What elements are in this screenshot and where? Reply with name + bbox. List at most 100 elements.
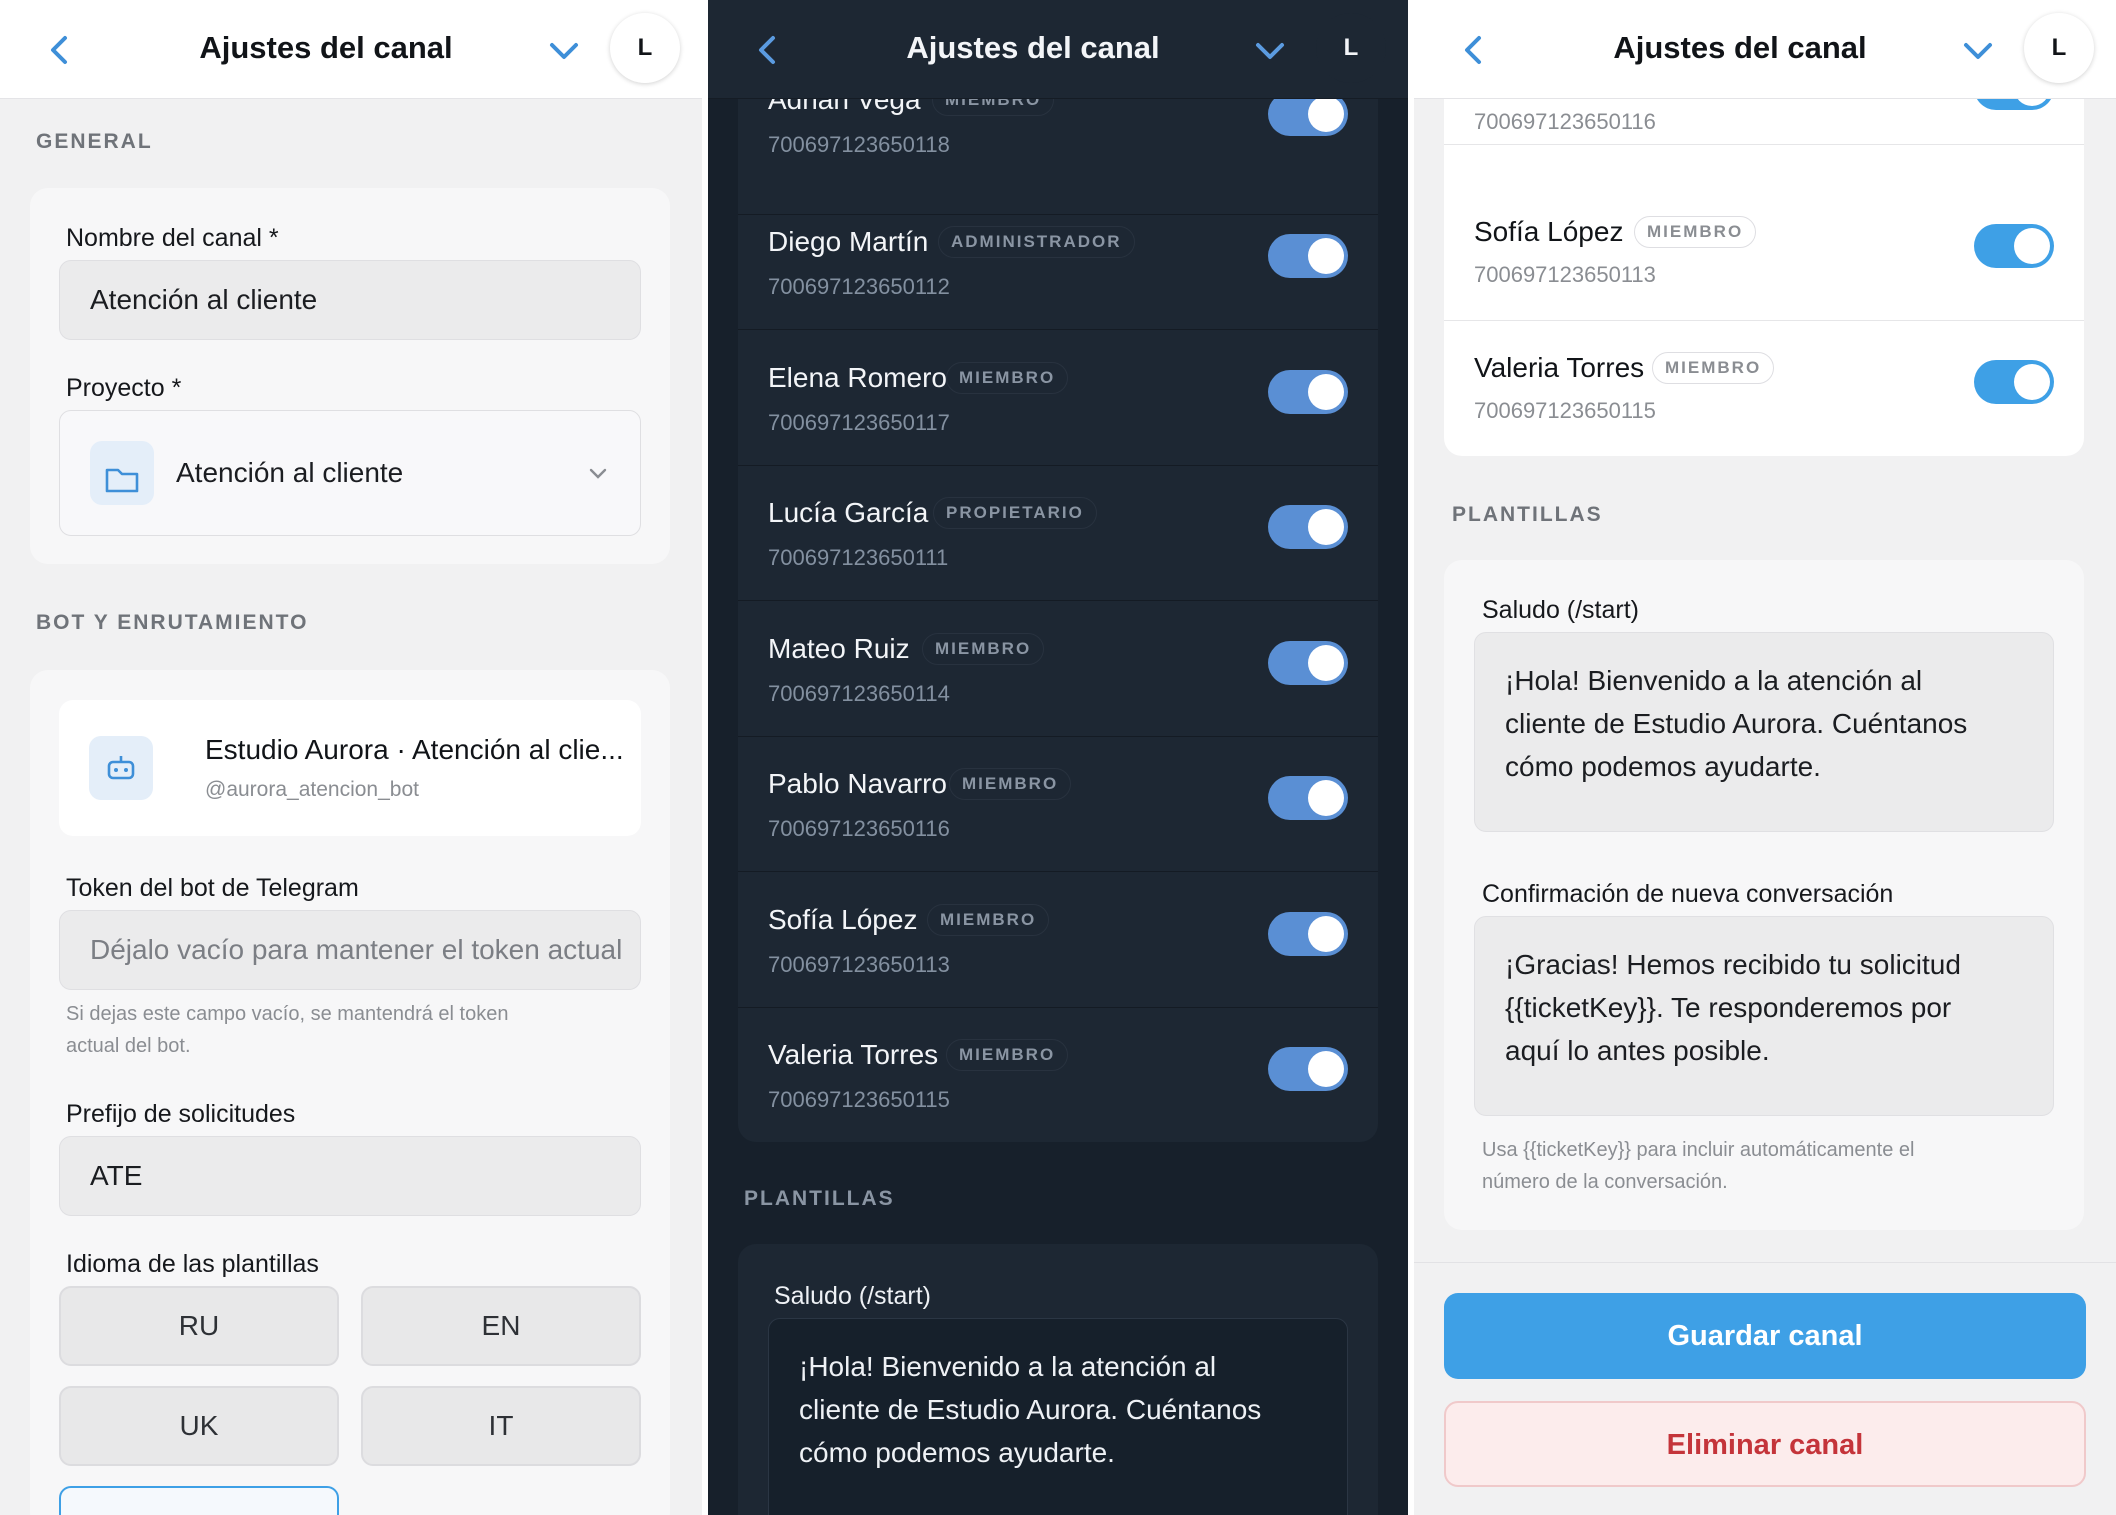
members-card: Pablo Navarro MIEMBRO 700697123650116 So… xyxy=(1444,40,2084,456)
settings-panel-general: Ajustes del canal L GENERAL Nombre del c… xyxy=(0,0,702,1515)
member-role-badge: ADMINISTRADOR xyxy=(938,226,1135,258)
back-chevron-icon[interactable] xyxy=(40,30,80,70)
member-role-badge: MIEMBRO xyxy=(946,1039,1069,1071)
prefix-input[interactable]: ATE xyxy=(59,1136,641,1216)
member-row: Mateo Ruiz MIEMBRO 700697123650114 xyxy=(738,602,1378,737)
member-name: Pablo Navarro xyxy=(768,768,947,799)
language-option-ru[interactable]: RU xyxy=(59,1286,339,1366)
member-name: Elena Romero xyxy=(768,362,947,393)
members-card: Adrián Vega MIEMBRO 700697123650118 Dieg… xyxy=(738,40,1378,1142)
chevron-down-icon xyxy=(589,468,607,479)
member-id: 700697123650115 xyxy=(1474,398,1656,423)
member-id: 700697123650115 xyxy=(768,1087,950,1112)
settings-panel-templates: Pablo Navarro MIEMBRO 700697123650116 So… xyxy=(1414,0,2116,1515)
confirm-label: Confirmación de nueva conversación xyxy=(1482,880,1894,908)
member-toggle[interactable] xyxy=(1268,1047,1348,1091)
member-row: Diego Martín ADMINISTRADOR 7006971236501… xyxy=(738,195,1378,330)
member-name: Valeria Torres xyxy=(1474,352,1645,383)
member-name: Lucía García xyxy=(768,497,929,528)
token-input[interactable]: Déjalo vacío para mantener el token actu… xyxy=(59,910,641,990)
page-title: Ajustes del canal xyxy=(906,30,1160,65)
member-toggle[interactable] xyxy=(1268,370,1348,414)
section-label-templates: PLANTILLAS xyxy=(1452,503,1603,526)
avatar[interactable]: L xyxy=(1316,13,1386,83)
member-role-badge: MIEMBRO xyxy=(949,768,1072,800)
avatar[interactable]: L xyxy=(610,13,680,83)
bot-robot-icon xyxy=(89,736,153,800)
project-select[interactable]: Atención al cliente xyxy=(59,410,641,536)
project-label: Proyecto * xyxy=(66,374,182,402)
templates-card: Saludo (/start) ¡Hola! Bienvenido a la a… xyxy=(738,1244,1378,1515)
save-button[interactable]: Guardar canal xyxy=(1444,1293,2086,1379)
header-bar: Ajustes del canal L xyxy=(708,0,1408,99)
member-name: Sofía López xyxy=(768,904,918,935)
member-id: 700697123650113 xyxy=(1474,262,1656,287)
avatar[interactable]: L xyxy=(2024,13,2094,83)
member-row: Valeria Torres MIEMBRO 700697123650115 xyxy=(738,1008,1378,1142)
member-role-badge: MIEMBRO xyxy=(946,362,1069,394)
delete-button[interactable]: Eliminar canal xyxy=(1444,1401,2086,1487)
settings-panel-members-dark: Adrián Vega MIEMBRO 700697123650118 Dieg… xyxy=(708,0,1408,1515)
language-option-en[interactable]: EN xyxy=(361,1286,641,1366)
member-row: Lucía García PROPIETARIO 700697123650111 xyxy=(738,466,1378,601)
templates-card: Saludo (/start) ¡Hola! Bienvenido a la a… xyxy=(1444,560,2084,1230)
greeting-label: Saludo (/start) xyxy=(1482,596,1640,624)
header-bar: Ajustes del canal L xyxy=(0,0,702,99)
language-option-it[interactable]: IT xyxy=(361,1386,641,1466)
member-toggle[interactable] xyxy=(1268,234,1348,278)
header-bar: Ajustes del canal L xyxy=(1414,0,2116,99)
greeting-textarea[interactable]: ¡Hola! Bienvenido a la atención al client… xyxy=(1474,632,2054,832)
member-row: Valeria Torres MIEMBRO 700697123650115 xyxy=(1444,320,2084,454)
member-row: Sofía López MIEMBRO 700697123650113 xyxy=(738,873,1378,1008)
member-row: Sofía López MIEMBRO 700697123650113 xyxy=(1444,186,2084,321)
language-option-selected[interactable] xyxy=(59,1486,339,1515)
member-id: 700697123650114 xyxy=(768,681,950,706)
member-row: Elena Romero MIEMBRO 700697123650117 xyxy=(738,331,1378,466)
member-role-badge: MIEMBRO xyxy=(922,633,1045,665)
greeting-label: Saludo (/start) xyxy=(774,1282,932,1310)
member-id: 700697123650116 xyxy=(768,816,950,841)
back-chevron-icon[interactable] xyxy=(1454,30,1494,70)
language-label: Idioma de las plantillas xyxy=(66,1250,319,1278)
section-label-general: GENERAL xyxy=(36,130,153,153)
greeting-textarea[interactable]: ¡Hola! Bienvenido a la atención al client… xyxy=(768,1318,1348,1515)
token-label: Token del bot de Telegram xyxy=(66,874,359,902)
member-name: Sofía López xyxy=(1474,216,1624,247)
member-id: 700697123650111 xyxy=(768,545,949,570)
confirm-textarea[interactable]: ¡Gracias! Hemos recibido tu solicitud {{t… xyxy=(1474,916,2054,1116)
member-id: 700697123650117 xyxy=(768,410,950,435)
bot-info-card: Estudio Aurora · Atención al clie... @au… xyxy=(59,700,641,836)
chevron-down-icon[interactable] xyxy=(1250,30,1290,70)
member-toggle[interactable] xyxy=(1974,360,2054,404)
member-id: 700697123650116 xyxy=(1474,109,1656,134)
member-toggle[interactable] xyxy=(1268,912,1348,956)
member-row: Pablo Navarro MIEMBRO 700697123650116 xyxy=(738,737,1378,872)
member-name: Valeria Torres xyxy=(768,1039,939,1070)
page-title: Ajustes del canal xyxy=(199,30,453,65)
member-role-badge: MIEMBRO xyxy=(927,904,1050,936)
folder-icon xyxy=(90,441,154,505)
member-id: 700697123650112 xyxy=(768,274,950,299)
member-toggle[interactable] xyxy=(1268,776,1348,820)
section-label-bot: BOT Y ENRUTAMIENTO xyxy=(36,611,309,634)
chevron-down-icon[interactable] xyxy=(544,30,584,70)
section-label-templates: PLANTILLAS xyxy=(744,1187,895,1210)
member-toggle[interactable] xyxy=(1268,505,1348,549)
channel-name-input[interactable]: Atención al cliente xyxy=(59,260,641,340)
member-name: Mateo Ruiz xyxy=(768,633,910,664)
prefix-label: Prefijo de solicitudes xyxy=(66,1100,296,1128)
template-hint: Usa {{ticketKey}} para incluir automátic… xyxy=(1482,1139,1915,1193)
back-chevron-icon[interactable] xyxy=(748,30,788,70)
action-bar: Guardar canal Eliminar canal xyxy=(1414,1262,2116,1515)
member-role-badge: PROPIETARIO xyxy=(933,497,1097,529)
channel-name-label: Nombre del canal * xyxy=(66,224,279,252)
member-id: 700697123650113 xyxy=(768,952,950,977)
member-toggle[interactable] xyxy=(1268,641,1348,685)
member-role-badge: MIEMBRO xyxy=(1652,352,1775,384)
member-name: Diego Martín xyxy=(768,226,929,257)
member-toggle[interactable] xyxy=(1974,224,2054,268)
language-option-uk[interactable]: UK xyxy=(59,1386,339,1466)
bot-name: Estudio Aurora · Atención al clie... xyxy=(205,734,624,765)
chevron-down-icon[interactable] xyxy=(1958,30,1998,70)
general-card: Nombre del canal * Atención al cliente P… xyxy=(30,188,670,564)
